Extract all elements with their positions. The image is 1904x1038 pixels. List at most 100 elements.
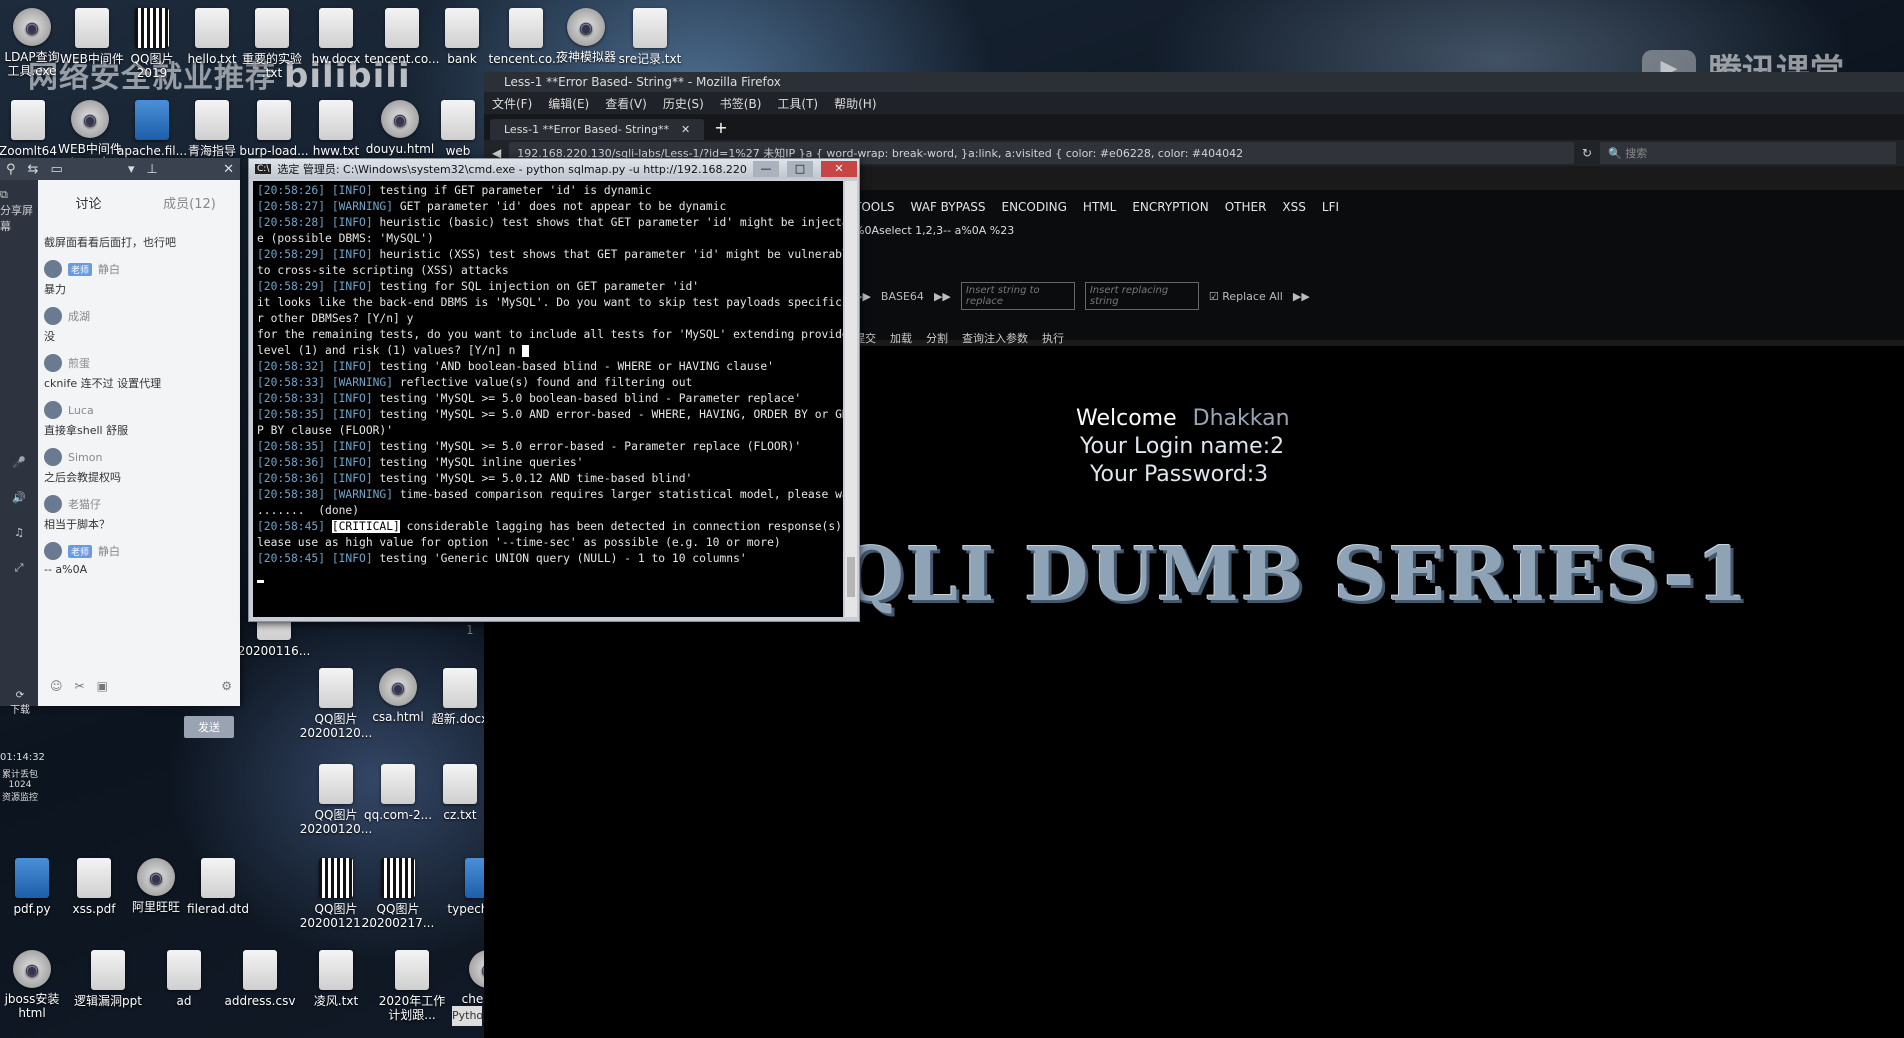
hackbar-menu-item[interactable]: ENCODING: [1001, 200, 1066, 214]
menu-item[interactable]: 书签(B): [720, 95, 762, 112]
avatar[interactable]: [44, 495, 62, 513]
sender-name: Luca: [68, 403, 94, 417]
menu-item[interactable]: 查看(V): [605, 95, 647, 112]
avatar[interactable]: [44, 448, 62, 466]
log-timestamp: [20:58:29]: [257, 248, 326, 261]
message-text: 暴力: [44, 283, 66, 296]
maximize-button[interactable]: □: [787, 161, 813, 177]
log-level: [INFO]: [331, 280, 373, 293]
send-button[interactable]: 发送: [184, 716, 234, 738]
tab-members[interactable]: 成员(12): [139, 180, 240, 230]
avatar[interactable]: [44, 542, 62, 560]
music-icon[interactable]: ♫: [14, 526, 24, 539]
hackbar-action-button[interactable]: 加载: [890, 330, 912, 346]
desktop-icon-label: QQ图片 20200217...: [361, 902, 435, 930]
image-icon[interactable]: ▣: [97, 679, 108, 693]
mic-icon[interactable]: 🎤: [12, 456, 26, 469]
log-timestamp: [20:58:45]: [257, 520, 326, 533]
console-line: to cross-site scripting (XSS) attacks: [257, 263, 839, 279]
hackbar-menu-item[interactable]: XSS: [1282, 200, 1305, 214]
hackbar-url-input[interactable]: %0Aselect 1,2,3-- a%0A %23: [854, 224, 1014, 237]
desktop-icon-label: sre记录.txt: [618, 52, 682, 66]
download-button[interactable]: ⟳ 下载: [0, 690, 40, 716]
desktop-icon-label: jboss安装 html: [4, 992, 60, 1020]
hackbar-menu-item[interactable]: ENCRYPTION: [1132, 200, 1208, 214]
expand-icon[interactable]: ⤢: [15, 561, 24, 575]
console-line: P BY clause (FLOOR)': [257, 423, 839, 439]
hackbar-menu-item[interactable]: LFI: [1322, 200, 1339, 214]
file-icon: [15, 858, 49, 898]
cmd-console-output[interactable]: [20:58:26] [INFO] testing if GET paramet…: [253, 181, 843, 617]
pin-icon[interactable]: ⊥: [147, 162, 158, 177]
file-icon: [319, 8, 353, 48]
arrow-icon[interactable]: ▶▶: [1293, 290, 1310, 303]
new-tab-icon[interactable]: +: [714, 118, 727, 140]
arrow-icon[interactable]: ▶▶: [934, 290, 951, 303]
menu-item[interactable]: 文件(F): [492, 95, 532, 112]
search-input[interactable]: 🔍 搜索: [1600, 142, 1896, 164]
scissors-icon[interactable]: ✂: [75, 679, 85, 693]
menu-item[interactable]: 历史(S): [663, 95, 704, 112]
share-screen-button[interactable]: ⧉ 分享屏幕: [0, 188, 38, 234]
message-text: 直接拿shell 舒服: [44, 424, 129, 437]
file-icon: [167, 950, 201, 990]
desktop-icon[interactable]: 逻辑漏洞ppt: [70, 950, 146, 1008]
hackbar-menu-item[interactable]: OTHER: [1225, 200, 1267, 214]
replace-with-input[interactable]: Insert replacing string: [1084, 282, 1199, 310]
file-icon: ◉: [381, 100, 419, 138]
console-line: [20:58:33] [INFO] testing 'MySQL >= 5.0 …: [257, 391, 839, 407]
tab-discuss[interactable]: 讨论: [38, 180, 139, 230]
menu-item[interactable]: 编辑(E): [548, 95, 589, 112]
close-button[interactable]: ✕: [821, 161, 857, 177]
minimize-button[interactable]: —: [753, 161, 779, 177]
close-icon[interactable]: ✕: [681, 123, 690, 136]
menu-item[interactable]: 工具(T): [777, 95, 818, 112]
desktop-icon[interactable]: 凌风.txt: [298, 950, 374, 1008]
clock-text: 01:14:32: [0, 752, 45, 763]
avatar[interactable]: [44, 307, 62, 325]
file-icon: [11, 100, 45, 140]
log-level: [INFO]: [331, 360, 373, 373]
sender-name: Simon: [68, 450, 103, 464]
hackbar-menu-item[interactable]: TOOLS: [854, 200, 895, 214]
base64-button[interactable]: BASE64: [881, 290, 924, 303]
desktop-icon[interactable]: 2020年工作 计划跟...: [374, 950, 450, 1022]
left-dock: ⟳ 下载 01:14:32 累计丢包 1024 资源监控: [0, 690, 45, 803]
python-taskbar-item[interactable]: Pytho: [452, 1006, 483, 1026]
share-icon[interactable]: ⇆: [28, 162, 39, 177]
replace-all-checkbox[interactable]: ☑ Replace All: [1209, 290, 1283, 303]
browser-tab[interactable]: Less-1 **Error Based- String** ✕: [490, 119, 705, 140]
hackbar-action-button[interactable]: 查询注入参数: [962, 330, 1028, 346]
console-line: [20:58:26] [INFO] testing if GET paramet…: [257, 183, 839, 199]
hackbar-action-button[interactable]: 分割: [926, 330, 948, 346]
avatar[interactable]: [44, 354, 62, 372]
volume-icon[interactable]: 🔊: [12, 491, 26, 504]
replace-find-input[interactable]: Insert string to replace: [960, 282, 1075, 310]
console-line: [20:58:38] [WARNING] time-based comparis…: [257, 487, 843, 503]
desktop-icon[interactable]: sre记录.txt: [612, 8, 688, 66]
reload-icon[interactable]: ↻: [1582, 146, 1592, 160]
desktop-icon[interactable]: ◉ jboss安装 html: [0, 950, 70, 1020]
chat-message: 老师 静白 -- a%0A: [44, 542, 236, 576]
emoji-icon[interactable]: ☺: [50, 679, 63, 693]
avatar[interactable]: [44, 401, 62, 419]
location-icon[interactable]: ⚲: [6, 162, 16, 177]
close-icon[interactable]: ✕: [223, 162, 234, 177]
cmd-scrollbar[interactable]: [845, 181, 857, 617]
avatar[interactable]: [44, 260, 62, 278]
hackbar-menu: TOOLS WAF BYPASS ENCODING HTML ENCRYPTION OTH…: [854, 200, 1339, 214]
desktop-icon[interactable]: hw.docx: [298, 8, 374, 66]
hackbar-action-button[interactable]: 执行: [1042, 330, 1064, 346]
screen-icon[interactable]: ▭: [50, 162, 62, 177]
hackbar-menu-item[interactable]: WAF BYPASS: [911, 200, 986, 214]
dropdown-icon[interactable]: ▾: [128, 162, 135, 177]
hackbar-menu-item[interactable]: HTML: [1083, 200, 1116, 214]
desktop-icon[interactable]: ad: [146, 950, 222, 1008]
desktop-icon[interactable]: filerad.dtd: [180, 858, 256, 916]
desktop-icon[interactable]: address.csv: [222, 950, 298, 1008]
log-text: testing 'MySQL >= 5.0.12 AND time-based …: [372, 472, 693, 485]
settings-icon[interactable]: ⚙: [221, 679, 232, 693]
file-icon: [195, 8, 229, 48]
desktop-icon[interactable]: QQ图片 20200217...: [360, 858, 436, 930]
menu-item[interactable]: 帮助(H): [834, 95, 876, 112]
